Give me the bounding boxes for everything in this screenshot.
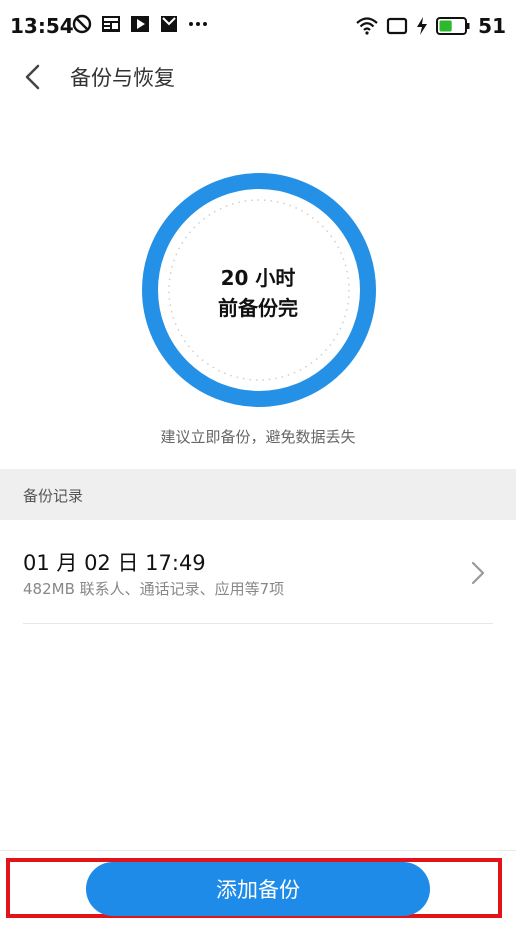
news-icon: [102, 16, 120, 32]
mail-icon: [161, 16, 177, 32]
charging-icon: [417, 17, 428, 35]
status-icons-right: 51: [356, 14, 506, 38]
battery-level: 51: [478, 14, 506, 38]
do-not-disturb-icon: [72, 14, 92, 34]
backup-age-line2: 前备份完: [218, 296, 298, 320]
chevron-right-icon: [471, 561, 485, 585]
backup-age-line1: 20 小时: [220, 266, 296, 290]
row-divider: [23, 623, 493, 624]
wifi-icon: [356, 17, 378, 35]
status-time: 13:54: [10, 14, 74, 38]
record-date: 01 月 02 日 17:49: [23, 551, 206, 575]
records-section-header: 备份记录: [0, 469, 516, 520]
records-section-label: 备份记录: [23, 487, 84, 505]
bottom-divider: [0, 850, 516, 851]
header: 备份与恢复: [0, 52, 516, 102]
chevron-left-icon: [25, 64, 40, 90]
back-button[interactable]: [18, 60, 48, 94]
backup-hint: 建议立即备份，避免数据丢失: [160, 428, 356, 446]
status-bar: 13:54 51: [0, 0, 516, 52]
record-details: 482MB 联系人、通话记录、应用等7项: [23, 580, 285, 598]
battery-icon: [436, 17, 470, 35]
screen-icon: [387, 17, 408, 35]
add-backup-button[interactable]: 添加备份: [86, 862, 430, 916]
status-icons-left: [72, 14, 208, 34]
page-title: 备份与恢复: [70, 66, 175, 90]
backup-record-row[interactable]: 01 月 02 日 17:49 482MB 联系人、通话记录、应用等7项: [0, 520, 516, 624]
play-icon: [131, 16, 149, 32]
battery-fill: [439, 20, 452, 32]
more-dots-icon: [189, 22, 207, 26]
